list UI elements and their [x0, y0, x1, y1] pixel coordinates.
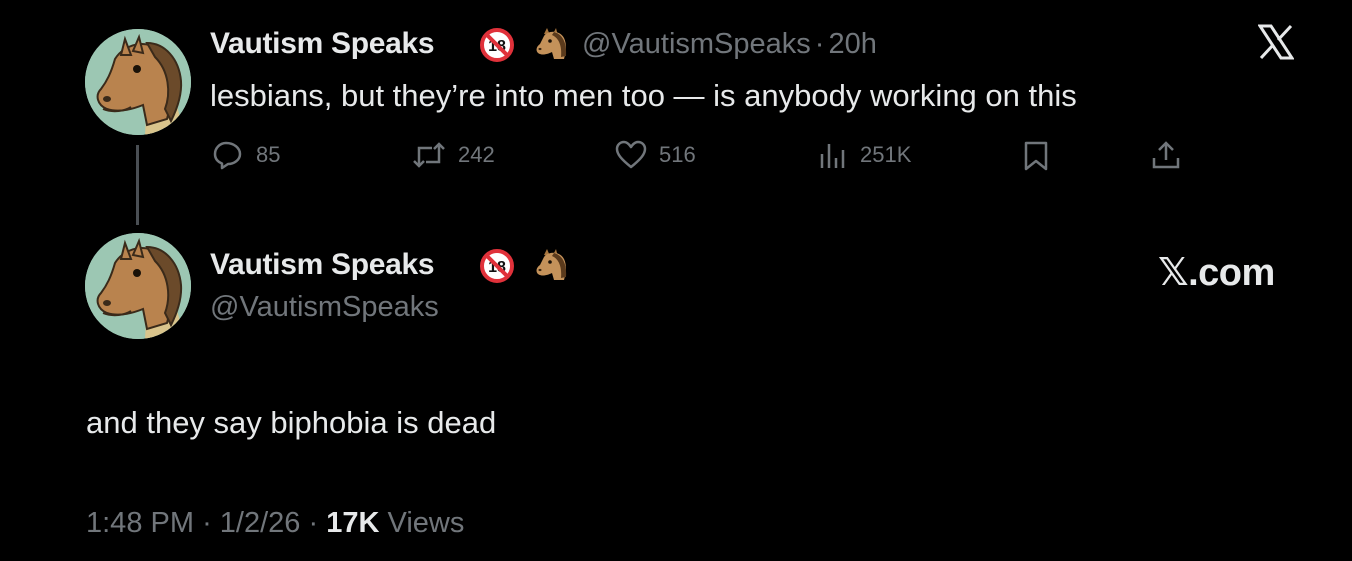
tweet-date[interactable]: 1/2/26 — [220, 507, 301, 539]
horse-avatar-image — [85, 233, 191, 339]
share-button[interactable] — [1150, 139, 1182, 171]
horse-face-icon — [536, 249, 567, 280]
repost-icon — [413, 142, 445, 168]
horse-face-icon — [536, 28, 567, 59]
horse-avatar-image — [85, 29, 191, 135]
no-under-18-icon: 18 — [480, 249, 514, 283]
author-handle[interactable]: @VautismSpeaks — [582, 28, 811, 60]
share-icon — [1152, 141, 1180, 169]
author-handle-and-age: @VautismSpeaks · 20h — [582, 28, 877, 61]
reply-count: 85 — [256, 142, 281, 167]
heart-icon — [615, 140, 647, 169]
separator: · — [202, 507, 212, 539]
reply-icon — [213, 141, 242, 170]
separator: · — [814, 28, 825, 60]
bookmark-button[interactable] — [1022, 140, 1050, 172]
tweet-age[interactable]: 20h — [828, 28, 876, 60]
quoted-tweet-text: lesbians, but they’re into men too — is … — [210, 78, 1077, 113]
bookmark-icon — [1024, 141, 1048, 171]
tweet-metadata: 1:48 PM · 1/2/26 · 17K Views — [86, 507, 464, 540]
like-button[interactable]: 516 — [615, 140, 696, 170]
avatar[interactable] — [85, 29, 191, 135]
x-com-brand[interactable]: 𝕏.com — [1158, 250, 1275, 295]
views-label: Views — [387, 507, 465, 539]
author-name[interactable]: Vautism Speaks — [210, 248, 435, 282]
thread-connector-line — [136, 145, 139, 225]
views-chart-icon — [820, 144, 845, 168]
tweet-time[interactable]: 1:48 PM — [86, 507, 194, 539]
views-button[interactable]: 251K — [818, 140, 911, 170]
separator: · — [308, 507, 319, 539]
views-count: 251K — [860, 142, 912, 167]
avatar[interactable] — [85, 233, 191, 339]
like-count: 516 — [659, 142, 696, 167]
author-handle[interactable]: @VautismSpeaks — [210, 291, 439, 324]
x-logo-icon[interactable] — [1257, 24, 1295, 70]
no-under-18-icon: 18 — [480, 28, 514, 62]
repost-count: 242 — [458, 142, 495, 167]
tweet-text: and they say biphobia is dead — [86, 405, 497, 440]
repost-button[interactable]: 242 — [412, 140, 495, 170]
author-name[interactable]: Vautism Speaks — [210, 27, 435, 61]
reply-button[interactable]: 85 — [212, 140, 280, 170]
views-count[interactable]: 17K — [326, 507, 379, 539]
